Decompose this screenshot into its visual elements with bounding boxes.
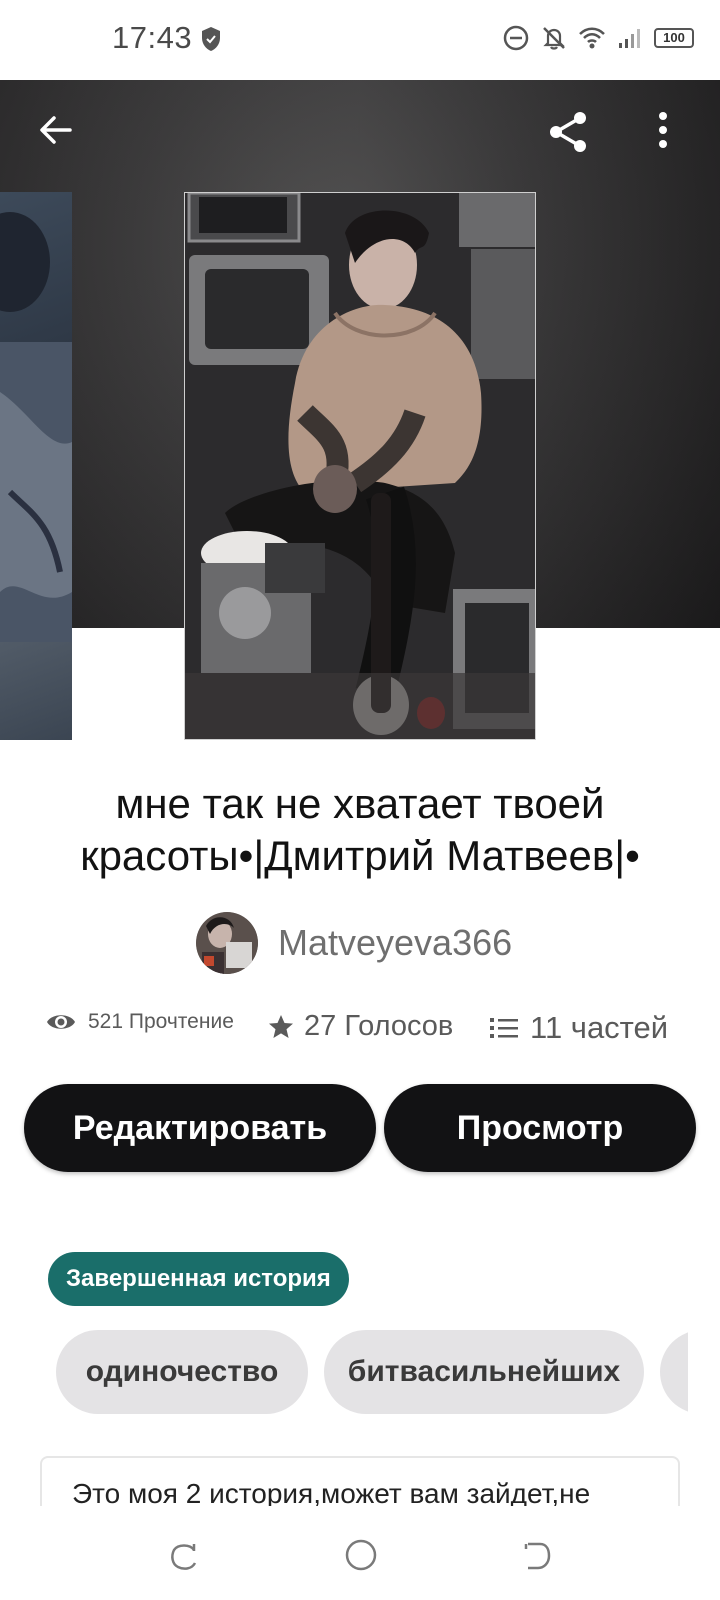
story-title: мне так не хватает твоей красоты•|Дмитри… — [80, 780, 640, 879]
cover-image[interactable] — [184, 192, 536, 740]
author-row[interactable]: Matveyeva366 — [196, 912, 512, 974]
eye-icon — [47, 1015, 75, 1029]
cover-art — [185, 193, 535, 739]
shield-icon — [202, 27, 220, 51]
battery-icon: 100 — [654, 28, 694, 48]
edit-button[interactable]: Редактировать — [24, 1084, 376, 1172]
star-icon — [269, 1014, 293, 1038]
system-nav-bar — [0, 1506, 720, 1600]
tags-row: одиночество битвасильнейших — [0, 1330, 688, 1416]
reads-count: 521 Прочтение — [88, 1010, 234, 1033]
list-icon — [490, 1018, 518, 1038]
bell-off-icon — [543, 27, 565, 50]
cover-previous[interactable] — [0, 192, 72, 740]
cover-previous-art — [0, 212, 72, 642]
signal-icon — [619, 29, 640, 48]
status-time: 17:43 — [112, 20, 193, 55]
avatar-image — [196, 912, 258, 974]
status-bar: 17:43 100 — [0, 0, 720, 80]
parts-count: 11 частей — [530, 1010, 669, 1045]
recents-icon[interactable] — [168, 1540, 200, 1572]
view-button[interactable]: Просмотр — [384, 1084, 696, 1172]
back-arrow-icon[interactable] — [36, 110, 76, 150]
stat-votes: 27 Голосов — [268, 1010, 453, 1043]
back-icon[interactable] — [520, 1540, 552, 1572]
wifi-icon — [579, 27, 605, 49]
author-name[interactable]: Matveyeva366 — [278, 922, 512, 964]
status-icons: 100 — [502, 24, 694, 52]
votes-count: 27 Голосов — [304, 1010, 454, 1042]
tag-chip[interactable]: битвасильнейших — [324, 1330, 644, 1414]
story-stats: 521 Прочтение 27 Голосов 11 частей — [0, 1010, 720, 1054]
stat-parts: 11 частей — [490, 1010, 668, 1046]
avatar[interactable] — [196, 912, 258, 974]
stat-reads: 521 Прочтение — [46, 1010, 234, 1034]
dnd-icon — [503, 25, 529, 51]
completed-story-badge: Завершенная история — [48, 1252, 349, 1306]
share-icon[interactable] — [544, 108, 592, 156]
home-icon[interactable] — [344, 1538, 378, 1572]
tag-chip[interactable]: одиночество — [56, 1330, 308, 1414]
more-vertical-icon[interactable] — [656, 110, 670, 150]
tag-chip[interactable] — [660, 1330, 688, 1414]
